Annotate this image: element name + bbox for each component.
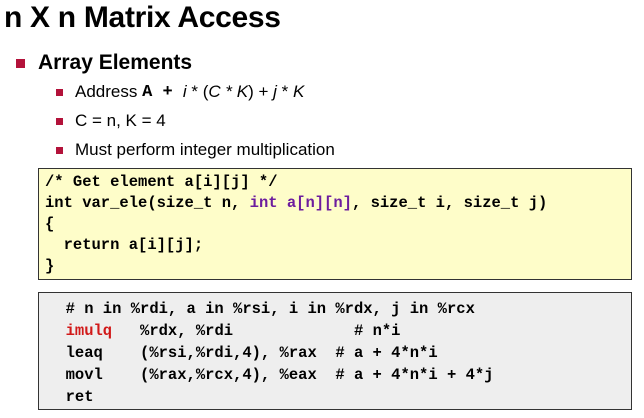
code-open-brace: { [45, 215, 55, 233]
address-prefix: Address [75, 82, 143, 101]
address-mid3: * [276, 82, 293, 101]
sub-item-ck: C = n, K = 4 [56, 109, 166, 133]
sub-item-address: Address A + i * ( C * K ) + j * K [56, 80, 304, 104]
bullet-label: Array Elements [38, 51, 193, 74]
code-comment: /* Get element a[i][j] */ [45, 173, 278, 191]
asm-ret-line: ret [47, 388, 94, 406]
bullet-array-elements: Array Elements [16, 50, 192, 76]
square-bullet-icon [56, 117, 63, 125]
must-text: Must perform integer multiplication [75, 140, 335, 159]
signature-array-param: int a[n][n] [249, 194, 352, 212]
address-base: A + [142, 82, 183, 102]
square-bullet-icon [16, 58, 25, 68]
asm-imulq-line: imulq %rdx, %rdi # n*i [47, 321, 401, 341]
asm-imulq-rest: %rdx, %rdi # n*i [112, 322, 401, 340]
ck-text: C = n, K = 4 [75, 111, 166, 130]
square-bullet-icon [56, 88, 63, 96]
address-ck: C * K [208, 82, 249, 101]
address-mid2: ) + [248, 82, 274, 101]
signature-part-c: , size_t i, size_t j) [351, 194, 548, 212]
sub-item-must: Must perform integer multiplication [56, 138, 335, 162]
square-bullet-icon [56, 146, 63, 154]
asm-comment: # n in %rdi, a in %rsi, i in %rdx, j in … [47, 300, 475, 318]
c-code-box: /* Get element a[i][j] */ int var_ele(si… [38, 168, 632, 280]
asm-imulq-op: imulq [47, 322, 113, 340]
assembly-box: # n in %rdi, a in %rsi, i in %rdx, j in … [38, 292, 632, 410]
code-return: return a[i][j]; [45, 236, 204, 254]
slide-title: n X n Matrix Access [4, 1, 281, 34]
address-k: K [293, 82, 305, 101]
code-close-brace: } [45, 257, 55, 275]
asm-movl-line: movl (%rax,%rcx,4), %eax # a + 4*n*i + 4… [47, 366, 494, 384]
signature-part-a: int var_ele(size_t n, [45, 194, 250, 212]
code-signature: int var_ele(size_t n, int a[n][n], size_… [45, 193, 547, 213]
address-mid1: * ( [186, 82, 209, 101]
asm-leaq-line: leaq (%rsi,%rdi,4), %rax # a + 4*n*i [47, 344, 438, 362]
